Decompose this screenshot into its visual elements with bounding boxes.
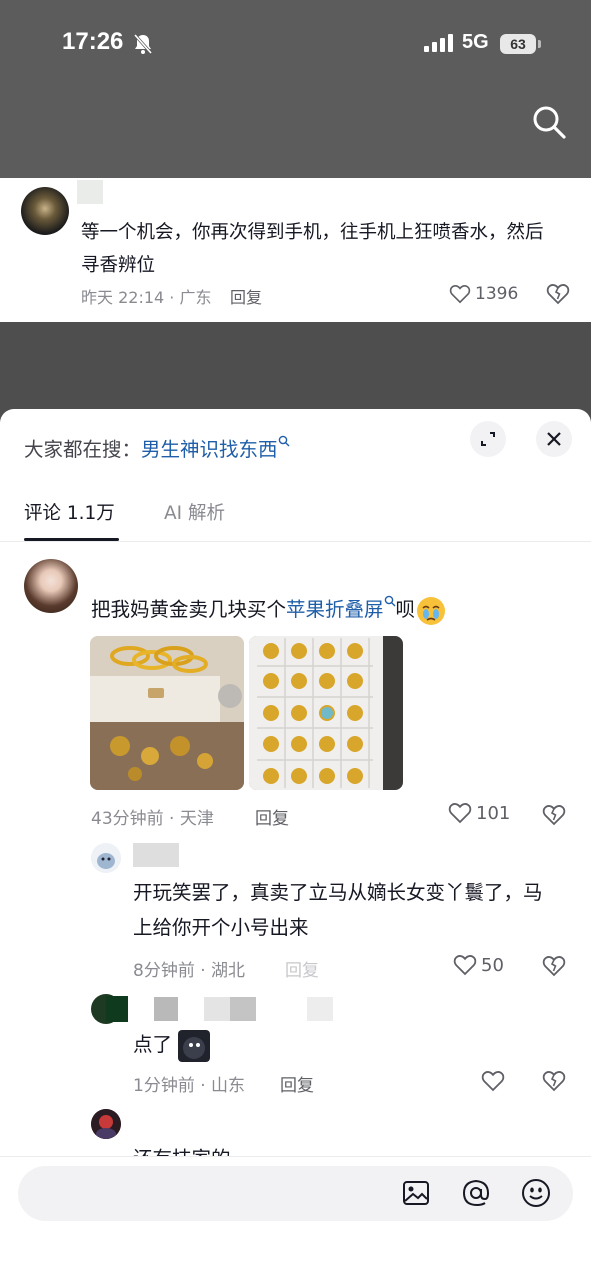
search-suggestion-keyword[interactable]: 男生神识找东西 bbox=[141, 438, 278, 461]
heart-icon bbox=[453, 955, 477, 976]
battery-indicator: 63 bbox=[500, 34, 536, 54]
reply-button[interactable]: 回复 bbox=[230, 284, 262, 308]
gold-jewelry-box-image bbox=[90, 636, 244, 790]
comment-meta: 昨天 22:14 · 广东 bbox=[81, 288, 212, 307]
heart-icon[interactable] bbox=[481, 1070, 505, 1092]
username-blurred bbox=[154, 997, 178, 1021]
signal-icon bbox=[424, 34, 453, 52]
tab-bar: 评论 1.1万 AI 解析 bbox=[0, 491, 591, 542]
username-blurred bbox=[230, 997, 256, 1021]
network-type: 5G bbox=[462, 31, 489, 53]
like-count: 50 bbox=[481, 954, 504, 976]
battery-tip bbox=[538, 40, 541, 48]
broken-heart-icon[interactable] bbox=[542, 1070, 566, 1092]
comment-input[interactable] bbox=[40, 1178, 380, 1208]
like-button[interactable]: 1396 bbox=[449, 282, 529, 306]
avatar[interactable] bbox=[21, 187, 69, 235]
emoji-icon[interactable] bbox=[520, 1177, 552, 1209]
comment-text: 等一个机会，你再次得到手机，往手机上狂喷香水，然后寻香辨位 bbox=[81, 222, 544, 276]
comment-composer bbox=[0, 1156, 591, 1280]
reply-button[interactable]: 回复 bbox=[280, 1071, 314, 1096]
bell-off-icon bbox=[133, 34, 153, 54]
close-button[interactable] bbox=[536, 421, 572, 457]
tab-ai-analysis[interactable]: AI 解析 bbox=[164, 499, 225, 525]
comment-image[interactable] bbox=[90, 636, 244, 790]
reply-button[interactable]: 回复 bbox=[255, 804, 289, 829]
username-blurred bbox=[307, 997, 333, 1021]
composer-bar bbox=[18, 1166, 573, 1221]
crying-emoji-icon bbox=[417, 596, 446, 625]
cartoon-avatar-icon bbox=[91, 843, 121, 873]
dimmed-background bbox=[0, 322, 591, 422]
penguin-sticker-icon bbox=[178, 1029, 211, 1062]
like-button[interactable]: 50 bbox=[453, 954, 504, 976]
reply-meta: 1分钟前 · 山东 bbox=[133, 1076, 246, 1096]
username-blurred bbox=[106, 996, 128, 1022]
comment-sheet: 大家都在搜：男生神识找东西 评论 1.1万 AI 解析 把我妈黄金卖几块买个苹果… bbox=[0, 409, 591, 1280]
expand-button[interactable] bbox=[470, 421, 506, 457]
username-blurred bbox=[77, 180, 103, 204]
reply-button[interactable]: 回复 bbox=[285, 956, 319, 981]
image-icon[interactable] bbox=[400, 1177, 432, 1209]
avatar[interactable] bbox=[24, 559, 78, 613]
comment-text-part: 呗 bbox=[395, 598, 416, 621]
broken-heart-icon[interactable] bbox=[546, 283, 570, 305]
reply-text-content: 点了 bbox=[133, 1033, 173, 1056]
heart-icon bbox=[448, 803, 472, 824]
status-time: 17:26 bbox=[62, 28, 124, 55]
tab-comments[interactable]: 评论 1.1万 bbox=[24, 499, 115, 525]
search-small-icon bbox=[384, 595, 396, 607]
username-blurred bbox=[204, 997, 230, 1021]
close-icon bbox=[547, 432, 561, 446]
at-mention-icon[interactable] bbox=[460, 1177, 492, 1209]
reply-meta: 8分钟前 · 湖北 bbox=[133, 961, 246, 981]
username-blurred bbox=[133, 843, 179, 867]
like-count: 1396 bbox=[475, 284, 519, 304]
gold-pendants-tray-image bbox=[249, 636, 403, 790]
broken-heart-icon[interactable] bbox=[542, 955, 566, 977]
search-suggestion-prefix: 大家都在搜： bbox=[24, 438, 142, 461]
reply-text: 点了 bbox=[133, 1027, 553, 1062]
heart-icon bbox=[449, 284, 471, 304]
search-suggestion[interactable]: 大家都在搜：男生神识找东西 bbox=[24, 433, 290, 462]
expand-icon bbox=[481, 432, 495, 446]
top-comment: 等一个机会，你再次得到手机，往手机上狂喷香水，然后寻香辨位 昨天 22:14 ·… bbox=[0, 178, 591, 322]
avatar[interactable] bbox=[91, 843, 121, 873]
status-bar: 17:26 5G 63 bbox=[0, 0, 591, 139]
broken-heart-icon[interactable] bbox=[542, 804, 566, 826]
active-tab-indicator bbox=[24, 538, 119, 541]
comment-image[interactable] bbox=[249, 636, 403, 790]
comment-meta: 43分钟前 · 天津 bbox=[91, 809, 214, 829]
like-button[interactable]: 101 bbox=[448, 802, 510, 824]
like-count: 101 bbox=[476, 802, 511, 824]
reply-text: 开玩笑罢了，真卖了立马从嫡长女变丫鬟了，马上给你开个小号出来 bbox=[133, 881, 543, 939]
search-icon[interactable] bbox=[531, 104, 567, 140]
avatar[interactable] bbox=[91, 1109, 121, 1139]
comment-keyword-link[interactable]: 苹果折叠屏 bbox=[286, 598, 384, 621]
comment-text: 把我妈黄金卖几块买个苹果折叠屏呗 bbox=[91, 593, 447, 627]
anime-avatar-icon bbox=[91, 1109, 121, 1139]
comment-text-part: 把我妈黄金卖几块买个 bbox=[91, 598, 287, 621]
search-small-icon bbox=[278, 435, 290, 447]
